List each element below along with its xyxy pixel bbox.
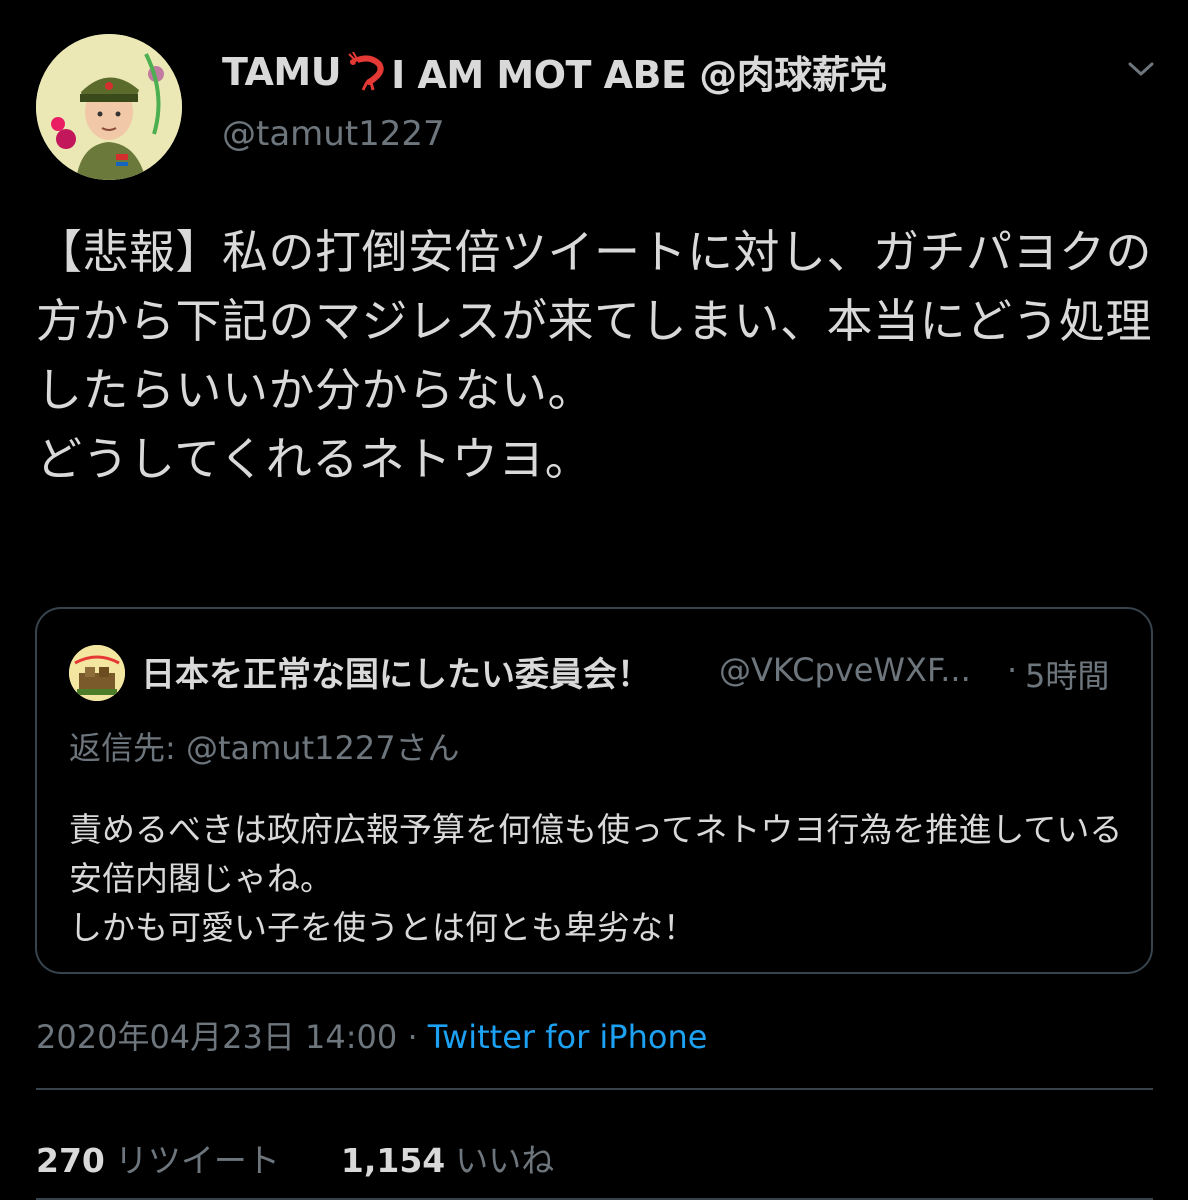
tweet-text: 【悲報】私の打倒安倍ツイートに対し、ガチパヨクの方から下記のマジレスが来てしまい… bbox=[36, 225, 1152, 486]
quoted-avatar bbox=[69, 645, 125, 701]
chevron-down-icon[interactable] bbox=[1124, 56, 1158, 82]
author-avatar[interactable] bbox=[36, 34, 182, 180]
tweet-timestamp[interactable]: 2020年04月23日 14:00 bbox=[36, 1018, 397, 1056]
quoted-tweet-card[interactable]: 日本を正常な国にしたい委員会！ @VKCpveWXF... · 5時間 返信先:… bbox=[35, 607, 1153, 974]
quoted-time: 5時間 bbox=[1025, 657, 1110, 695]
quoted-separator: · bbox=[1007, 651, 1018, 689]
divider bbox=[36, 1088, 1153, 1090]
shrimp-icon bbox=[347, 51, 387, 92]
retweets-stat[interactable]: 270 リツイート bbox=[36, 1141, 290, 1180]
likes-label: いいね bbox=[455, 1141, 555, 1180]
quoted-text: 責めるべきは政府広報予算を何億も使ってネトウヨ行為を推進している安倍内閣じゃね。… bbox=[69, 810, 1123, 947]
author-display-name[interactable]: TAMU I AM MOT ABE @肉球薪党 bbox=[222, 44, 887, 99]
likes-count: 1,154 bbox=[340, 1141, 446, 1180]
tweet-stats: 270 リツイート 1,154 いいね bbox=[36, 1134, 554, 1182]
display-name-text: TAMU bbox=[222, 49, 342, 94]
tweet-meta: 2020年04月23日 14:00 · Twitter for iPhone bbox=[36, 1012, 707, 1058]
quoted-handle: @VKCpveWXF... bbox=[719, 651, 971, 689]
retweets-count: 270 bbox=[36, 1141, 105, 1180]
quoted-reply-to: 返信先: @tamut1227さん bbox=[69, 729, 460, 767]
likes-stat[interactable]: 1,154 いいね bbox=[341, 1141, 554, 1180]
retweets-label: リツイート bbox=[114, 1141, 280, 1180]
tweet-source-link[interactable]: Twitter for iPhone bbox=[428, 1018, 708, 1056]
quoted-name: 日本を正常な国にしたい委員会！ bbox=[141, 655, 651, 695]
author-handle[interactable]: @tamut1227 bbox=[222, 114, 445, 154]
display-name-rest: I AM MOT ABE @肉球薪党 bbox=[391, 53, 887, 97]
meta-separator: · bbox=[407, 1018, 418, 1056]
avatar-illustration bbox=[36, 34, 182, 180]
